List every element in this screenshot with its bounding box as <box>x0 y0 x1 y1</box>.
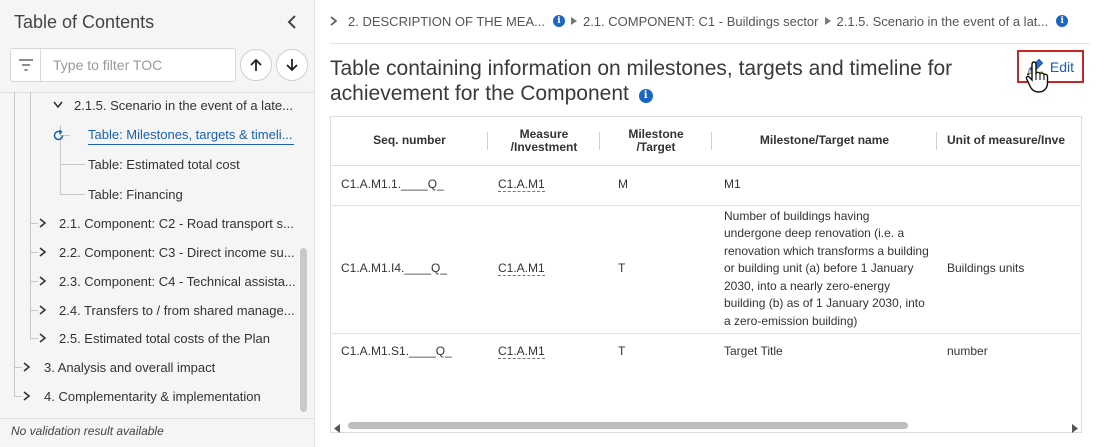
toc-item-financing[interactable]: Table: Financing <box>88 184 294 204</box>
cell-unit: number <box>947 344 988 358</box>
edit-label: Edit <box>1049 58 1074 75</box>
cell-measure[interactable]: C1.A.M1 <box>488 333 600 370</box>
cell-name: Target Title <box>724 344 783 358</box>
chevron-right-icon[interactable] <box>36 331 50 345</box>
toc-item-c3[interactable]: 2.2. Component: C3 - Direct income su... <box>59 242 297 262</box>
chevron-right-icon[interactable] <box>20 389 34 403</box>
validation-status: No validation result available <box>0 418 314 447</box>
arrow-down-button[interactable] <box>276 49 308 81</box>
chevron-right-icon[interactable] <box>36 274 50 288</box>
toc-title: Table of Contents <box>14 11 155 32</box>
info-icon[interactable]: i <box>1056 15 1069 27</box>
cell-name: Number of buildings having undergone dee… <box>724 208 929 328</box>
breadcrumb-item-description[interactable]: 2. DESCRIPTION OF THE MEA... <box>348 14 545 29</box>
breadcrumb-item-component[interactable]: 2.1. COMPONENT: C1 - Buildings sector <box>583 14 819 29</box>
chevron-left-icon[interactable] <box>282 12 302 32</box>
toc-header: Table of Contents <box>0 0 314 44</box>
toc-item-analysis[interactable]: 3. Analysis and overall impact <box>44 357 294 377</box>
pencil-icon <box>1024 56 1046 81</box>
column-header-name[interactable]: Milestone/Target name <box>712 117 937 165</box>
milestones-table: Seq. number Measure /Investment Mileston… <box>330 116 1082 433</box>
arrow-up-icon <box>250 58 262 71</box>
column-header-unit[interactable]: Unit of measure/Inve <box>937 117 1081 165</box>
toc-item-c4[interactable]: 2.3. Component: C4 - Technical assista..… <box>59 271 297 291</box>
table-horizontal-scrollbar[interactable] <box>330 417 1082 433</box>
column-header-measure[interactable]: Measure /Investment <box>488 117 600 165</box>
tree-connector <box>30 92 31 340</box>
scroll-right-icon[interactable] <box>1072 420 1078 438</box>
cell-measure[interactable]: C1.A.M1 <box>488 205 600 333</box>
chevron-right-icon[interactable] <box>36 303 50 317</box>
table-header-row: Seq. number Measure /Investment Mileston… <box>331 117 1081 165</box>
chevron-right-icon[interactable] <box>36 216 50 230</box>
toc-item-scenario[interactable]: 2.1.5. Scenario in the event of a late..… <box>74 95 296 115</box>
toc-item-transfers[interactable]: 2.4. Transfers to / from shared manage..… <box>59 300 297 320</box>
info-icon[interactable]: i <box>552 15 565 27</box>
toc-item-complementarity[interactable]: 4. Complementarity & implementation <box>44 386 294 406</box>
toc-item-milestones-table[interactable]: Table: Milestones, targets & timeli... <box>88 125 294 145</box>
scroll-thumb[interactable] <box>348 422 908 429</box>
toc-tree: 2.1.5. Scenario in the event of a late..… <box>0 92 300 414</box>
toc-sidebar: Table of Contents Type to filter TOC 2.1… <box>0 0 315 447</box>
table-row[interactable]: C1.A.M1.S1.____Q_ C1.A.M1 T Target Title… <box>331 333 1081 370</box>
chevron-right-icon[interactable] <box>20 360 34 374</box>
column-header-seq[interactable]: Seq. number <box>331 117 488 165</box>
cell-name: M1 <box>724 177 741 192</box>
page-title: Table containing information on mileston… <box>330 56 970 106</box>
breadcrumb-item-scenario[interactable]: 2.1.5. Scenario in the event of a lat... <box>837 14 1049 29</box>
tree-connector <box>60 164 85 165</box>
cell-type: T <box>618 344 626 358</box>
cell-seq: C1.A.M1.I4.____Q_ <box>341 261 448 276</box>
table-row[interactable]: C1.A.M1.1.____Q_ C1.A.M1 M M1 <box>331 165 1081 205</box>
caret-right-icon <box>570 17 577 25</box>
chevron-right-icon[interactable] <box>36 245 50 259</box>
chevron-down-icon[interactable] <box>51 98 65 112</box>
toc-filter <box>10 47 308 83</box>
table-row[interactable]: C1.A.M1.I4.____Q_ C1.A.M1 T Number of bu… <box>331 205 1081 333</box>
breadcrumb-divider <box>330 43 1090 44</box>
info-icon[interactable]: i <box>638 88 653 103</box>
toc-item-estimated-cost[interactable]: Table: Estimated total cost <box>88 154 294 174</box>
chevron-right-icon <box>330 16 338 26</box>
cell-type: T <box>618 261 626 276</box>
filter-lines-icon[interactable] <box>10 48 40 82</box>
column-header-milestone-target[interactable]: Milestone /Target <box>600 117 712 165</box>
main-content: 2. DESCRIPTION OF THE MEA... i 2.1. COMP… <box>316 0 1105 447</box>
tree-connector <box>60 194 85 195</box>
cell-type: M <box>618 177 628 192</box>
refresh-icon <box>51 128 65 142</box>
toc-item-total-costs[interactable]: 2.5. Estimated total costs of the Plan <box>59 328 297 348</box>
caret-right-icon <box>824 17 831 25</box>
cell-unit: Buildings units <box>947 261 1025 276</box>
tree-connector <box>14 92 15 396</box>
scroll-left-icon[interactable] <box>334 420 340 438</box>
cell-seq: C1.A.M1.S1.____Q_ <box>341 344 452 358</box>
toc-filter-input[interactable] <box>40 48 236 82</box>
toc-scrollbar[interactable] <box>300 248 307 412</box>
arrow-down-icon <box>286 59 298 72</box>
arrow-up-button[interactable] <box>240 49 272 81</box>
toc-item-c2[interactable]: 2.1. Component: C2 - Road transport s... <box>59 213 297 233</box>
cell-seq: C1.A.M1.1.____Q_ <box>341 177 444 192</box>
cell-measure[interactable]: C1.A.M1 <box>488 165 600 205</box>
breadcrumb: 2. DESCRIPTION OF THE MEA... i 2.1. COMP… <box>330 10 1069 32</box>
edit-button[interactable]: Edit <box>1017 50 1084 83</box>
cell-unit <box>937 165 1081 205</box>
